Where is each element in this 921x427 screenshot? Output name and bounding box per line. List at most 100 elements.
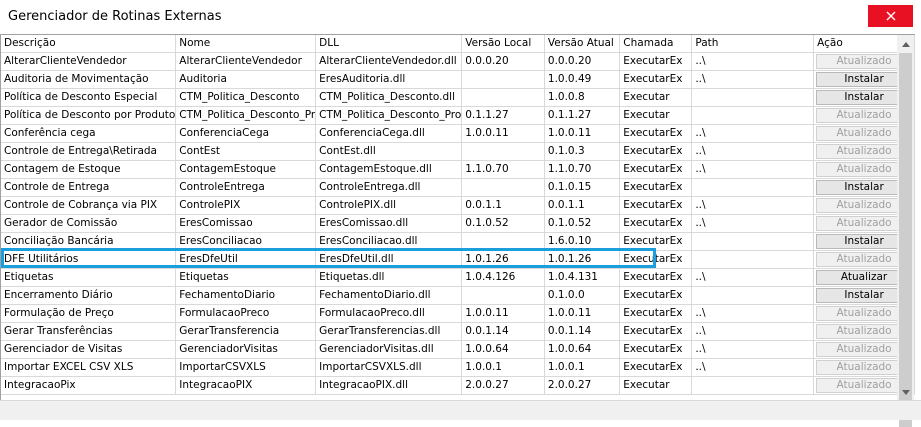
table-row[interactable]: Conferência cega ConferenciaCega Conferenc… bbox=[1, 124, 915, 143]
chevron-down-icon bbox=[901, 386, 910, 398]
cell-chamada: ExecutarEx bbox=[619, 160, 693, 179]
table-row[interactable]: Controle de Entrega ControleEntrega Contro… bbox=[1, 178, 915, 197]
column-header-chamada[interactable]: Chamada bbox=[619, 35, 693, 53]
table-row[interactable]: Política de Desconto Especial CTM_Politic… bbox=[1, 88, 915, 107]
cell-dll: GerarTransferencias.dll bbox=[315, 322, 463, 341]
table-row[interactable]: Controle de Entrega\Retirada ContEst ContE… bbox=[1, 142, 915, 161]
header-row: Descrição Nome DLL Versão Local Versão A… bbox=[1, 35, 915, 53]
cell-dll: FormulacaoPreco.dll bbox=[315, 304, 463, 323]
cell-chamada: ExecutarEx bbox=[619, 268, 693, 287]
cell-path: ..\ bbox=[691, 340, 815, 359]
scroll-up-button[interactable] bbox=[897, 35, 914, 52]
cell-versao-atual: 1.0.0.11 bbox=[544, 304, 621, 323]
cell-path: ..\ bbox=[691, 358, 815, 377]
cell-dll: ContEst.dll bbox=[315, 142, 463, 161]
table-row[interactable]: Gerador de Comissão EresComissao EresComis… bbox=[1, 214, 915, 233]
cell-versao-local: 1.0.0.11 bbox=[461, 304, 545, 323]
cell-chamada: Executar bbox=[619, 106, 693, 125]
scroll-down-button[interactable] bbox=[897, 383, 914, 400]
cell-nome: EresDfeUtil bbox=[175, 250, 317, 269]
cell-path: ..\ bbox=[691, 70, 815, 89]
column-header-nome[interactable]: Nome bbox=[175, 35, 317, 53]
cell-chamada: ExecutarEx bbox=[619, 52, 693, 71]
cell-versao-local: 2.0.0.27 bbox=[461, 376, 545, 395]
cell-versao-local: 1.0.1.26 bbox=[461, 250, 545, 269]
table-row[interactable]: Política de Desconto por Produto CTM_Poli… bbox=[1, 106, 915, 125]
vertical-scrollbar[interactable] bbox=[897, 35, 914, 427]
cell-versao-atual: 1.1.0.70 bbox=[544, 160, 621, 179]
cell-nome: ControleEntrega bbox=[175, 178, 317, 197]
cell-dll: ConferenciaCega.dll bbox=[315, 124, 463, 143]
table-row[interactable]: DFE Utilitários EresDfeUtil EresDfeUtil.dl… bbox=[1, 250, 915, 269]
cell-dll: ImportarCSVXLS.dll bbox=[315, 358, 463, 377]
close-button[interactable] bbox=[868, 5, 913, 27]
cell-versao-atual: 0.1.0.52 bbox=[544, 214, 621, 233]
cell-path: ..\ bbox=[691, 52, 815, 71]
cell-versao-atual: 0.0.1.14 bbox=[544, 322, 621, 341]
cell-descricao: Gerenciador de Visitas bbox=[1, 340, 177, 359]
cell-path: ..\ bbox=[691, 124, 815, 143]
cell-descricao: Contagem de Estoque bbox=[1, 160, 177, 179]
cell-versao-local bbox=[461, 88, 545, 107]
cell-versao-atual: 1.0.0.49 bbox=[544, 70, 621, 89]
cell-path: ..\ bbox=[691, 196, 815, 215]
cell-versao-local: 1.0.0.11 bbox=[461, 124, 545, 143]
cell-path: ..\ bbox=[691, 268, 815, 287]
table-row[interactable]: Controle de Cobrança via PIX ControlePIX C… bbox=[1, 196, 915, 215]
table-row[interactable]: Auditoria de Movimentação Auditoria EresAu… bbox=[1, 70, 915, 89]
cell-versao-local bbox=[461, 232, 545, 251]
column-header-path[interactable]: Path bbox=[691, 35, 815, 53]
cell-versao-atual: 1.0.0.64 bbox=[544, 340, 621, 359]
cell-versao-local bbox=[461, 142, 545, 161]
cell-versao-local: 0.0.1.1 bbox=[461, 196, 545, 215]
cell-path bbox=[691, 376, 815, 395]
window-title: Gerenciador de Rotinas Externas bbox=[8, 9, 222, 24]
column-header-versao-atual[interactable]: Versão Atual bbox=[544, 35, 621, 53]
cell-descricao: Conciliação Bancária bbox=[1, 232, 177, 251]
table-row[interactable]: Etiquetas Etiquetas Etiquetas.dll 1.0.4.126… bbox=[1, 268, 915, 287]
cell-nome: IntegracaoPIX bbox=[175, 376, 317, 395]
cell-descricao: Formulação de Preço bbox=[1, 304, 177, 323]
cell-dll: IntegracaoPIX.dll bbox=[315, 376, 463, 395]
cell-versao-atual: 1.0.0.8 bbox=[544, 88, 621, 107]
cell-path bbox=[691, 88, 815, 107]
table-row[interactable]: Conciliação Bancária EresConciliacao EresC… bbox=[1, 232, 915, 251]
cell-nome: Auditoria bbox=[175, 70, 317, 89]
cell-dll: ControlePIX.dll bbox=[315, 196, 463, 215]
cell-nome: CTM_Politica_Desconto_Pr bbox=[175, 106, 317, 125]
table-row[interactable]: AlterarClienteVendedor AlterarClienteVend… bbox=[1, 52, 915, 71]
cell-chamada: Executar bbox=[619, 88, 693, 107]
cell-descricao: Controle de Cobrança via PIX bbox=[1, 196, 177, 215]
cell-chamada: ExecutarEx bbox=[619, 286, 693, 305]
column-header-versao-local[interactable]: Versão Local bbox=[461, 35, 545, 53]
cell-dll: Etiquetas.dll bbox=[315, 268, 463, 287]
table-row[interactable]: Formulação de Preço FormulacaoPreco Formul… bbox=[1, 304, 915, 323]
cell-nome: EresComissao bbox=[175, 214, 317, 233]
table-row[interactable]: Contagem de Estoque ContagemEstoque Contag… bbox=[1, 160, 915, 179]
cell-versao-local: 1.0.0.1 bbox=[461, 358, 545, 377]
cell-dll: ControleEntrega.dll bbox=[315, 178, 463, 197]
column-header-descricao[interactable]: Descrição bbox=[1, 35, 177, 53]
cell-versao-local: 1.0.4.126 bbox=[461, 268, 545, 287]
column-header-dll[interactable]: DLL bbox=[315, 35, 463, 53]
table-row[interactable]: Gerar Transferências GerarTransferencia Ge… bbox=[1, 322, 915, 341]
table-row[interactable]: Encerramento Diário FechamentoDiario Fecha… bbox=[1, 286, 915, 305]
cell-descricao: Conferência cega bbox=[1, 124, 177, 143]
cell-descricao: Controle de Entrega bbox=[1, 178, 177, 197]
scroll-thumb[interactable] bbox=[899, 53, 912, 427]
table-row[interactable]: IntegracaoPix IntegracaoPIX IntegracaoPIX.… bbox=[1, 376, 915, 395]
cell-nome: Etiquetas bbox=[175, 268, 317, 287]
cell-chamada: ExecutarEx bbox=[619, 70, 693, 89]
title-bar: Gerenciador de Rotinas Externas bbox=[0, 0, 921, 34]
cell-path: ..\ bbox=[691, 142, 815, 161]
cell-nome: ControlePIX bbox=[175, 196, 317, 215]
cell-versao-atual: 0.1.1.27 bbox=[544, 106, 621, 125]
cell-path: ..\ bbox=[691, 322, 815, 341]
cell-nome: FechamentoDiario bbox=[175, 286, 317, 305]
cell-chamada: ExecutarEx bbox=[619, 178, 693, 197]
table-row[interactable]: Gerenciador de Visitas GerenciadorVisitas… bbox=[1, 340, 915, 359]
cell-versao-local: 0.1.0.52 bbox=[461, 214, 545, 233]
cell-dll: EresDfeUtil.dll bbox=[315, 250, 463, 269]
table-row[interactable]: Importar EXCEL CSV XLS ImportarCSVXLS Impo… bbox=[1, 358, 915, 377]
cell-versao-atual: 0.1.0.3 bbox=[544, 142, 621, 161]
